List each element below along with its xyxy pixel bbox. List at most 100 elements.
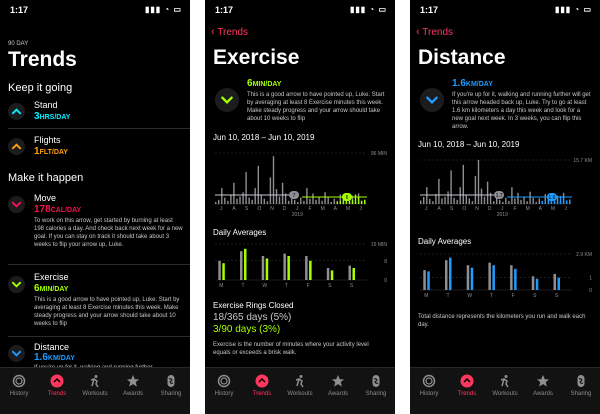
status-bar: 1:17 ▮▮▮ ◔ ▭ xyxy=(418,5,592,17)
back-button[interactable]: ‹ Trends xyxy=(211,26,248,38)
daily-bar-90day xyxy=(427,271,430,290)
bar xyxy=(272,156,275,204)
daily-bar-year xyxy=(283,253,286,280)
bar xyxy=(450,170,452,204)
month-label: M xyxy=(346,206,350,212)
tab-bar: History Trends Workouts Awards Sharing xyxy=(205,367,395,414)
trends-icon xyxy=(50,374,64,388)
section-keep-going: Keep it going xyxy=(8,82,73,94)
overlay-bar xyxy=(357,197,360,204)
back-label: Trends xyxy=(422,27,454,38)
stand-label: Stand xyxy=(34,100,58,110)
tab-awards[interactable]: Awards xyxy=(114,374,152,397)
bar xyxy=(230,194,232,204)
distance-year-chart: 15.7 KM1.7 1.6J A S O N D J F M A M J2019 xyxy=(420,158,592,218)
workouts-icon xyxy=(498,374,512,388)
tab-label: Awards xyxy=(328,391,348,397)
tab-label: Trends xyxy=(252,391,272,397)
overlay-bar xyxy=(553,200,556,204)
tab-history[interactable]: History xyxy=(0,374,38,397)
back-button[interactable]: ‹ Trends xyxy=(416,26,453,38)
chevron-left-icon: ‹ xyxy=(416,26,420,38)
tab-sharing[interactable]: Sharing xyxy=(357,374,395,397)
status-icons: ▮▮▮ ◔ ▭ xyxy=(554,5,592,14)
distance-number: 1.6 xyxy=(34,352,48,363)
divider xyxy=(8,336,190,337)
tab-label: History xyxy=(419,391,439,397)
status-icons: ▮▮▮ ◔ ▭ xyxy=(349,5,387,14)
y-max-label: 15.7 KM xyxy=(573,158,592,164)
bar xyxy=(260,195,262,204)
tab-sharing[interactable]: Sharing xyxy=(152,374,190,397)
badge-year-label: 7 xyxy=(293,193,296,199)
overlay-bar xyxy=(569,199,571,204)
bar xyxy=(502,201,504,204)
tab-workouts[interactable]: Workouts xyxy=(486,374,524,397)
overlay-bar xyxy=(544,200,546,204)
bar xyxy=(523,196,525,204)
bar xyxy=(218,199,220,205)
tab-label: Sharing xyxy=(160,391,182,397)
bar xyxy=(486,181,489,204)
bar xyxy=(489,192,492,204)
bar xyxy=(254,188,256,204)
tab-label: Awards xyxy=(533,391,553,397)
bar xyxy=(517,192,519,204)
tab-trends[interactable]: Trends xyxy=(448,374,486,397)
flights-value: 1FLT/DAY xyxy=(34,146,68,157)
rings-year: 18/365 days (5%) xyxy=(213,312,292,323)
daily-bar-year xyxy=(510,265,513,290)
tab-trends[interactable]: Trends xyxy=(243,374,281,397)
flights-label: Flights xyxy=(34,135,61,145)
bar xyxy=(303,200,305,204)
bar xyxy=(297,201,299,204)
overlay-bar xyxy=(351,199,354,205)
tab-label: History xyxy=(214,391,234,397)
bar xyxy=(444,196,446,204)
bar xyxy=(330,201,332,204)
badge-90day-label: 6 xyxy=(346,195,349,201)
tab-awards[interactable]: Awards xyxy=(319,374,357,397)
tab-workouts[interactable]: Workouts xyxy=(76,374,114,397)
exercise-daily-chart: 15 MIN 8 0 M T W T F S S xyxy=(215,242,387,289)
bar xyxy=(447,191,449,204)
tab-workouts[interactable]: Workouts xyxy=(281,374,319,397)
bar xyxy=(535,201,537,204)
weekday-label: M xyxy=(219,283,223,289)
tab-label: Workouts xyxy=(82,391,108,397)
tab-label: Trends xyxy=(47,391,67,397)
bar xyxy=(529,191,531,204)
tab-awards[interactable]: Awards xyxy=(524,374,562,397)
sharing-icon xyxy=(369,374,383,388)
awards-icon xyxy=(331,374,345,388)
y-mid-label: 1 xyxy=(589,276,592,282)
daily-bar-year xyxy=(326,268,330,280)
tab-history[interactable]: History xyxy=(410,374,448,397)
bar xyxy=(236,198,238,204)
bar xyxy=(215,201,217,204)
bar xyxy=(508,200,510,204)
arrow-down-icon xyxy=(8,345,25,362)
tab-sharing[interactable]: Sharing xyxy=(562,374,600,397)
weekday-label: W xyxy=(262,283,267,289)
rings-90day: 3/90 days (3%) xyxy=(213,324,281,335)
trends-eyebrow: 90 DAY xyxy=(8,41,29,47)
distance-value: 1.6KM/DAY xyxy=(452,78,493,89)
arrow-down-icon xyxy=(8,276,25,293)
bar xyxy=(471,201,474,204)
exercise-description: This is a good arrow to have pointed up,… xyxy=(34,297,180,327)
overlay-bar xyxy=(354,194,357,204)
month-label: J xyxy=(564,206,567,212)
tab-history[interactable]: History xyxy=(205,374,243,397)
history-icon xyxy=(12,374,26,388)
weekday-label: F xyxy=(307,283,310,289)
bar xyxy=(477,160,480,204)
move-number: 178 xyxy=(34,204,51,215)
month-label: A xyxy=(334,206,338,212)
y-zero-label: 0 xyxy=(384,278,387,284)
daily-bar-year xyxy=(531,276,535,290)
month-label: F xyxy=(513,206,516,212)
bar xyxy=(227,200,229,204)
badge-90day-label: 1.6 xyxy=(549,195,556,201)
tab-trends[interactable]: Trends xyxy=(38,374,76,397)
